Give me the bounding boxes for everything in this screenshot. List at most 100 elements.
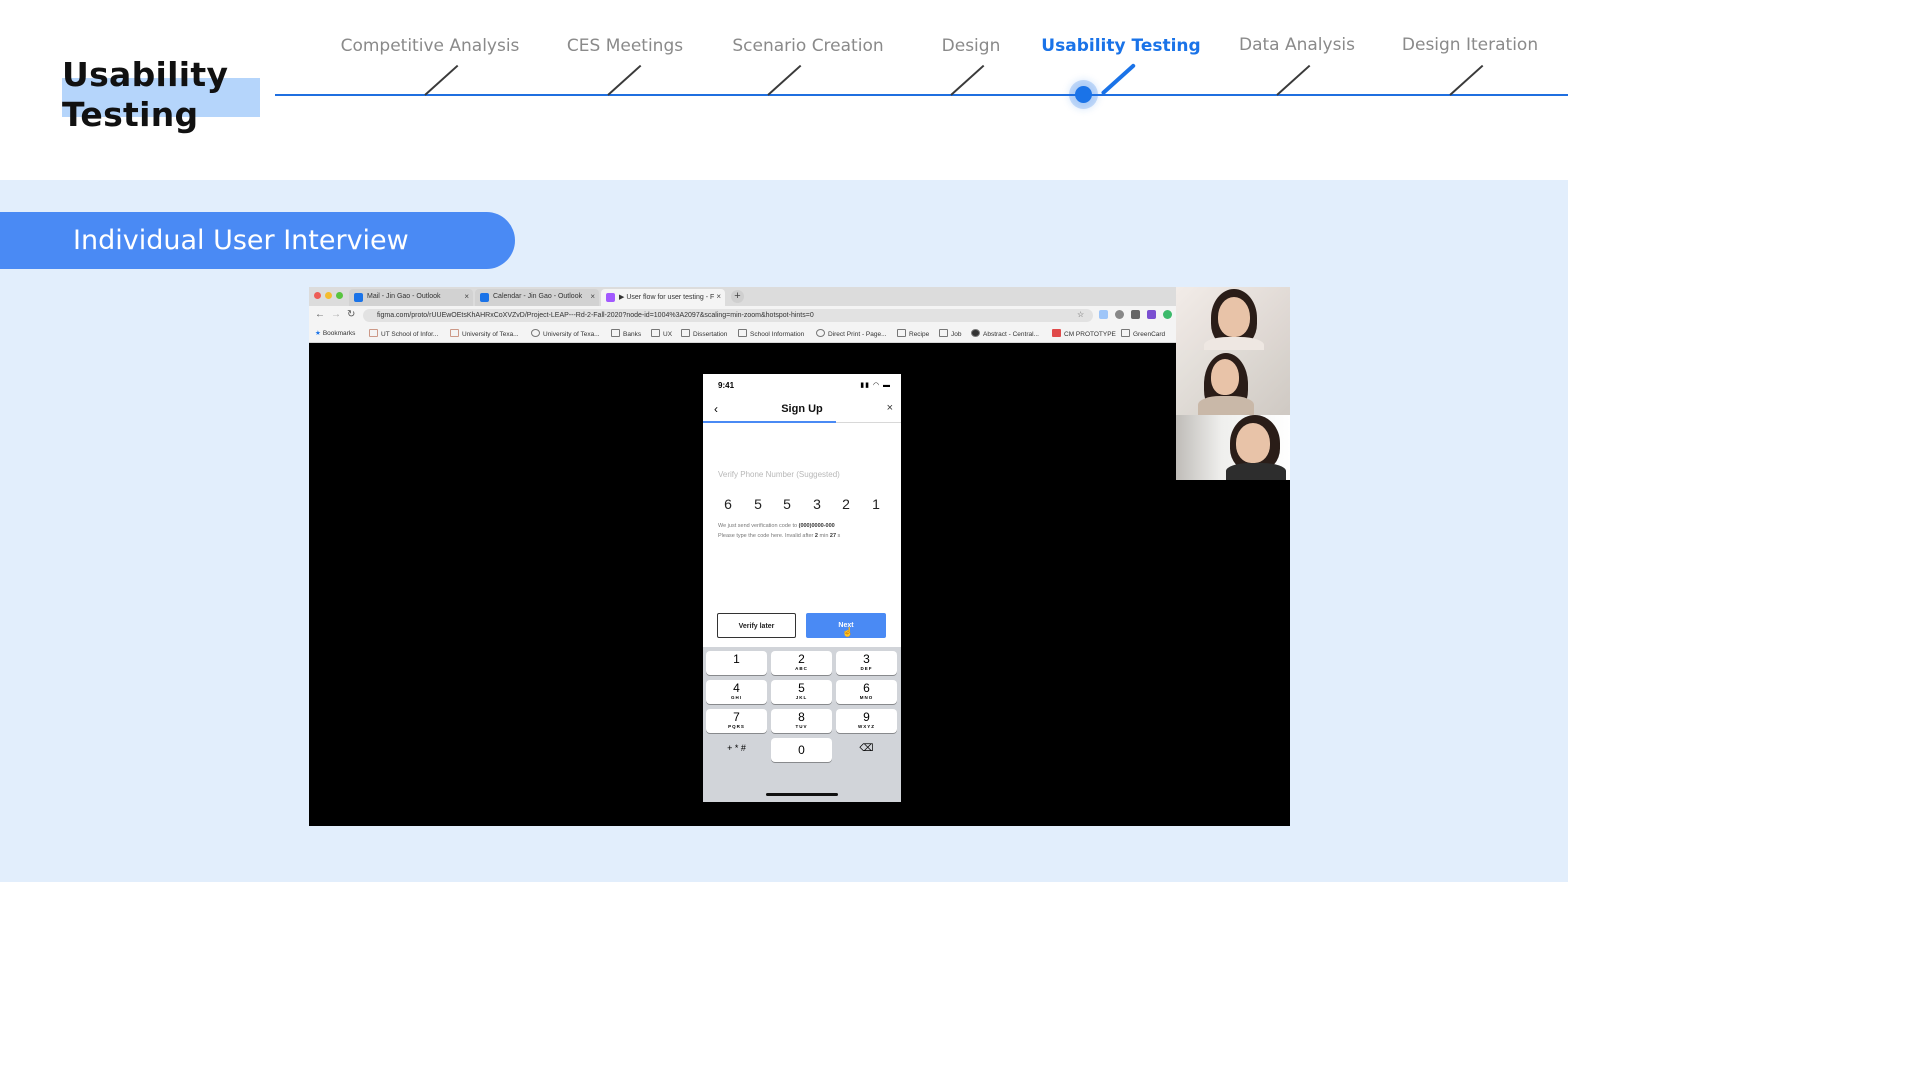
browser-nav-row: ← → ↻ figma.com/proto/rUUEwOEtsKhAHRxCoX…: [309, 306, 1176, 325]
key-8[interactable]: 8 TUV: [771, 709, 832, 733]
participant-torso: [1198, 396, 1254, 415]
interview-screenshot: Mail - Jin Gao - Outlook × Calendar - Ji…: [309, 287, 1290, 826]
bookmark-item[interactable]: ★ Bookmarks: [315, 329, 355, 337]
tab-close-icon[interactable]: ×: [590, 292, 595, 301]
timeline-tick: [607, 64, 642, 96]
extension-icon[interactable]: [1163, 310, 1172, 319]
step-ces-meetings[interactable]: CES Meetings: [567, 36, 683, 56]
bookmark-folder[interactable]: GreenCard: [1121, 329, 1165, 338]
verification-code-input[interactable]: 6 5 5 3 2 1: [718, 496, 888, 514]
status-icons: ▮▮ ◠ ▬: [860, 382, 891, 389]
bookmark-folder[interactable]: Dissertation: [681, 329, 727, 338]
tab-title: Calendar - Jin Gao - Outlook: [493, 293, 583, 300]
outlook-icon: [354, 293, 363, 302]
browser-tab-figma[interactable]: ▶ User flow for user testing - F ×: [601, 289, 725, 306]
page-title: Usability Testing: [62, 55, 232, 135]
backspace-icon[interactable]: ⌫: [836, 738, 897, 762]
bookmark-item[interactable]: UT School of Infor...: [369, 329, 438, 338]
bookmark-folder[interactable]: Recipe: [897, 329, 929, 338]
header: Usability Testing Competitive Analysis C…: [0, 0, 1568, 180]
verification-note-line2: Please type the code here. Invalid after…: [718, 533, 841, 539]
back-arrow-icon[interactable]: ←: [315, 309, 325, 320]
timeline-tick: [767, 64, 802, 96]
step-scenario-creation[interactable]: Scenario Creation: [732, 36, 883, 56]
verification-note-line1: We just send verification code to (000)0…: [718, 523, 835, 529]
address-bar[interactable]: figma.com/proto/rUUEwOEtsKhAHRxCoXVZvD/P…: [363, 309, 1093, 322]
step-design-iteration[interactable]: Design Iteration: [1402, 35, 1538, 55]
tab-close-icon[interactable]: ×: [464, 292, 469, 301]
key-4[interactable]: 4 GHI: [706, 680, 767, 704]
bookmarks-bar: ★ Bookmarks UT School of Infor... Univers…: [309, 325, 1176, 343]
key-9[interactable]: 9 WXYZ: [836, 709, 897, 733]
key-3[interactable]: 3 DEF: [836, 651, 897, 675]
timeline-tick: [1276, 64, 1311, 96]
timeline-active-dot: [1075, 86, 1092, 103]
participant-face: [1236, 423, 1270, 463]
phone-prototype: 9:41 ▮▮ ◠ ▬ ‹ Sign Up × Verify Phone Num…: [703, 374, 901, 802]
star-icon[interactable]: ☆: [1077, 310, 1084, 319]
key-2[interactable]: 2 ABC: [771, 651, 832, 675]
bookmark-folder[interactable]: Banks: [611, 329, 641, 338]
tab-title: ▶ User flow for user testing - F: [619, 294, 715, 301]
section-heading-pill: Individual User Interview: [0, 212, 515, 269]
step-usability-testing[interactable]: Usability Testing: [1041, 36, 1200, 56]
browser-tab-mail[interactable]: Mail - Jin Gao - Outlook ×: [349, 289, 473, 306]
bookmark-item[interactable]: Abstract - Central...: [971, 329, 1039, 338]
browser-chrome: Mail - Jin Gao - Outlook × Calendar - Ji…: [309, 287, 1176, 343]
code-digit: 6: [724, 496, 732, 512]
code-digit: 5: [754, 496, 762, 512]
browser-tab-calendar[interactable]: Calendar - Jin Gao - Outlook ×: [475, 289, 599, 306]
extension-icon[interactable]: [1099, 310, 1108, 319]
timeline-tick: [1449, 64, 1484, 96]
key-0[interactable]: 0: [771, 738, 832, 762]
bookmark-item[interactable]: CM PROTOTYPE: [1052, 329, 1116, 338]
window-minimize-dot[interactable]: [325, 292, 332, 299]
numeric-keypad: 1 2 ABC 3 DEF 4 GHI 5 JKL 6 MNO 7 PQRS 8 TUV 9W…: [703, 647, 901, 802]
extension-icon[interactable]: [1147, 310, 1156, 319]
code-digit: 1: [872, 496, 880, 512]
calendar-icon: [480, 293, 489, 302]
tab-title: Mail - Jin Gao - Outlook: [367, 293, 441, 300]
bookmark-item[interactable]: Direct Print - Page...: [816, 329, 887, 338]
screen-title: Sign Up: [781, 403, 823, 415]
new-tab-button[interactable]: +: [731, 290, 744, 303]
forward-arrow-icon[interactable]: →: [331, 309, 341, 320]
key-symbols[interactable]: + * #: [706, 738, 767, 762]
participant-torso: [1226, 463, 1286, 480]
reload-icon[interactable]: ↻: [347, 309, 355, 320]
close-icon[interactable]: ×: [887, 402, 893, 414]
url-text: figma.com/proto/rUUEwOEtsKhAHRxCoXVZvD/P…: [377, 312, 814, 319]
verify-phone-label: Verify Phone Number (Suggested): [718, 470, 840, 479]
timeline-tick-active: [1100, 63, 1137, 96]
participant-video-1: [1176, 287, 1290, 352]
timeline-tick: [424, 64, 459, 96]
bookmark-item[interactable]: University of Texa...: [450, 329, 519, 338]
step-data-analysis[interactable]: Data Analysis: [1239, 35, 1355, 55]
bookmark-folder[interactable]: Job: [939, 329, 961, 338]
tab-close-icon[interactable]: ×: [716, 292, 721, 301]
section-heading: Individual User Interview: [73, 225, 409, 256]
window-zoom-dot[interactable]: [336, 292, 343, 299]
extension-icon[interactable]: [1131, 310, 1140, 319]
code-digit: 5: [783, 496, 791, 512]
step-design[interactable]: Design: [942, 36, 1001, 56]
home-indicator: [766, 793, 838, 796]
mouse-pointer-icon: ☝: [842, 627, 854, 637]
key-5[interactable]: 5 JKL: [771, 680, 832, 704]
window-close-dot[interactable]: [314, 292, 321, 299]
key-1[interactable]: 1: [706, 651, 767, 675]
code-digit: 3: [813, 496, 821, 512]
extension-icon[interactable]: [1115, 310, 1124, 319]
bookmark-folder[interactable]: School Information: [738, 329, 804, 338]
status-time: 9:41: [718, 381, 735, 390]
bookmark-item[interactable]: University of Texa...: [531, 329, 600, 338]
key-7[interactable]: 7 PQRS: [706, 709, 767, 733]
participant-face: [1218, 297, 1250, 337]
figma-icon: [606, 293, 615, 302]
bookmark-folder[interactable]: UX: [651, 329, 672, 338]
timeline-line: [275, 94, 1568, 96]
step-competitive-analysis[interactable]: Competitive Analysis: [341, 36, 520, 56]
key-6[interactable]: 6 MNO: [836, 680, 897, 704]
timeline-tick: [950, 64, 985, 96]
verify-later-button[interactable]: Verify later: [717, 613, 796, 638]
